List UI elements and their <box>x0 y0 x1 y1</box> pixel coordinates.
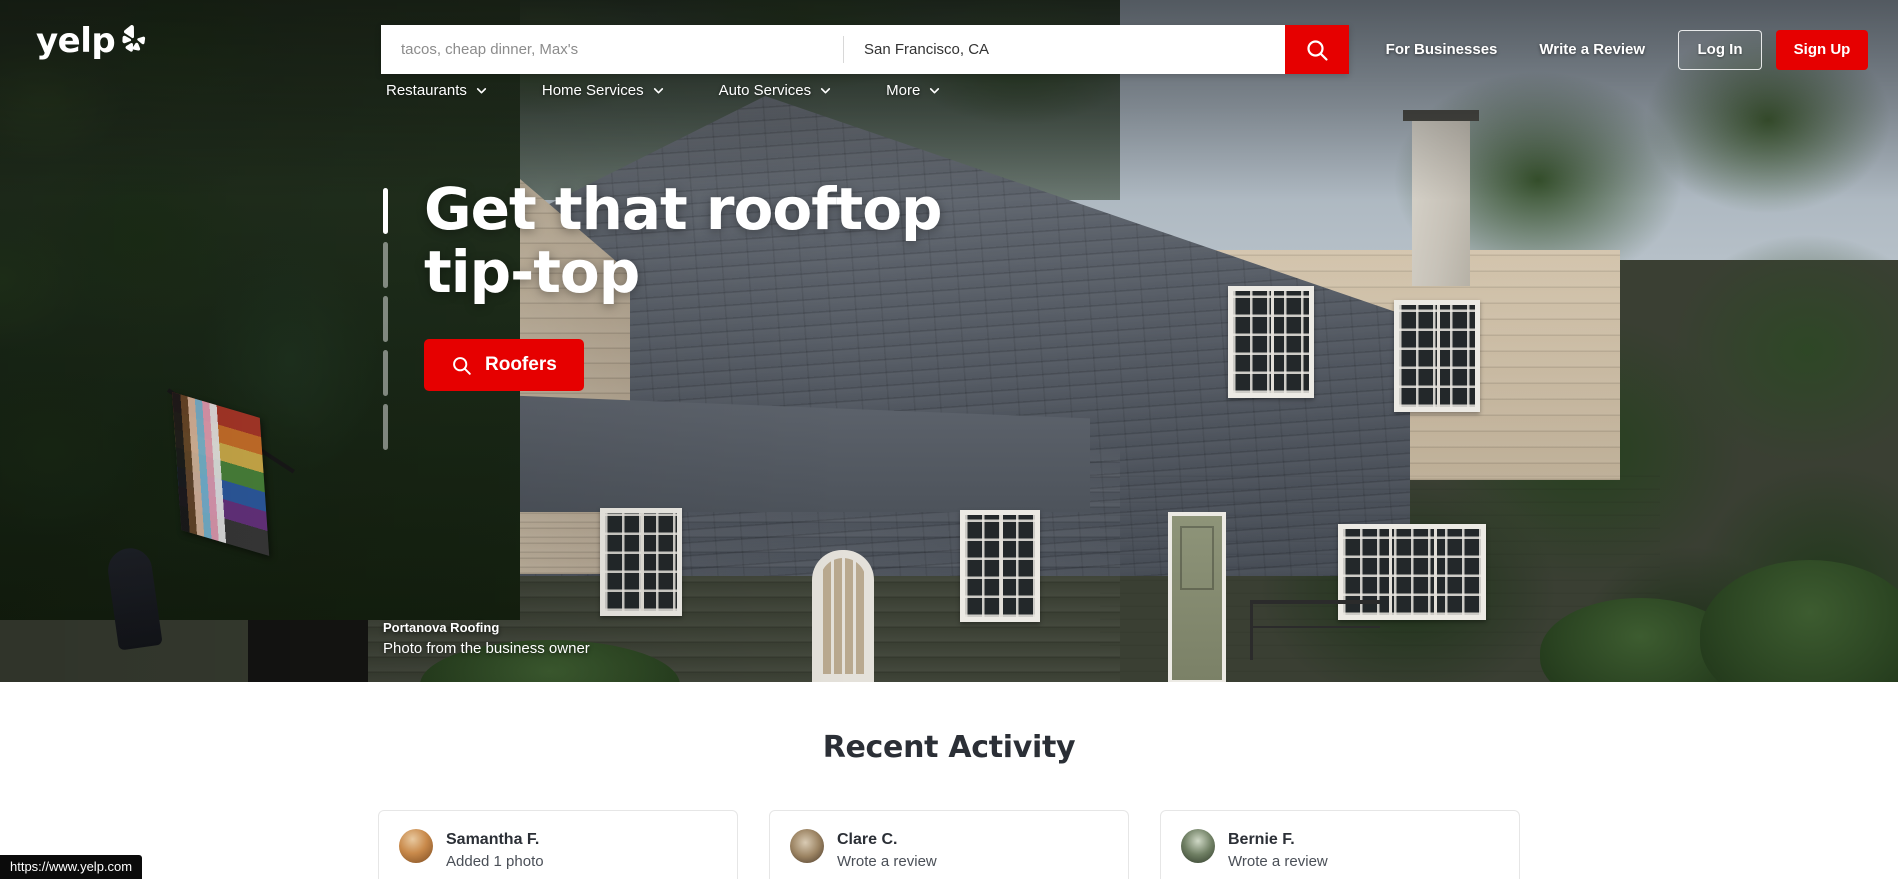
carousel-progress-bar-4[interactable] <box>383 350 388 396</box>
front-door <box>1168 512 1226 682</box>
nav-item-label: More <box>886 82 921 99</box>
nav-item-home-services[interactable]: Home Services <box>542 82 691 99</box>
nav-item-restaurants[interactable]: Restaurants <box>386 82 514 99</box>
chimney-cap <box>1403 110 1479 121</box>
activity-action-text: Added 1 photo <box>446 852 544 870</box>
hero-carousel-progress[interactable] <box>383 178 388 450</box>
nav-item-more[interactable]: More <box>886 82 967 99</box>
activity-action-text: Wrote a review <box>837 852 937 870</box>
attribution-business-name: Portanova Roofing <box>383 620 500 636</box>
chevron-down-icon <box>475 84 488 97</box>
search-icon <box>451 355 472 376</box>
activity-user-name[interactable]: Samantha F. <box>446 829 544 851</box>
recent-activity-title: Recent Activity <box>822 730 1076 765</box>
nav-item-label: Auto Services <box>718 82 812 99</box>
hero-text: Get that rooftop tip-top Roofers <box>424 175 943 392</box>
search-submit-button[interactable] <box>1285 25 1349 74</box>
activity-card[interactable]: Samantha F. Added 1 photo <box>378 810 738 879</box>
photo-attribution[interactable]: Portanova Roofing Photo from the busines… <box>383 619 590 660</box>
carousel-progress-bar-2[interactable] <box>383 242 388 288</box>
activity-card-list: Samantha F. Added 1 photo Clare C. Wrote… <box>0 810 1898 879</box>
chevron-down-icon <box>928 84 941 97</box>
recent-activity-section: Recent Activity Samantha F. Added 1 phot… <box>0 682 1898 879</box>
location-field[interactable] <box>844 25 1285 74</box>
for-businesses-link[interactable]: For Businesses <box>1365 25 1519 74</box>
porch-railing <box>1250 600 1380 660</box>
front-window-left <box>600 508 682 616</box>
search-input[interactable] <box>401 41 823 58</box>
hero-content: Get that rooftop tip-top Roofers <box>383 175 943 450</box>
carousel-progress-bar-5[interactable] <box>383 404 388 450</box>
front-window-center <box>960 510 1040 622</box>
pride-flag-chevron <box>172 392 234 546</box>
nav-item-label: Home Services <box>541 82 644 99</box>
hero-headline-line2: tip-top <box>424 237 640 306</box>
yelp-burst-icon <box>120 24 146 54</box>
user-avatar[interactable] <box>1181 829 1215 863</box>
location-input[interactable] <box>864 41 1265 58</box>
activity-card-text: Samantha F. Added 1 photo <box>446 829 544 872</box>
roofers-cta-label: Roofers <box>485 354 557 376</box>
attribution-note: Photo from the business owner <box>383 640 590 658</box>
search-bar <box>381 25 1349 74</box>
category-nav: Restaurants Home Services Auto Services … <box>386 82 995 99</box>
log-in-button[interactable]: Log In <box>1678 29 1762 70</box>
activity-card-text: Clare C. Wrote a review <box>837 829 937 872</box>
header-actions: For Businesses Write a Review Log In Sig… <box>1365 25 1868 74</box>
sign-up-button[interactable]: Sign Up <box>1776 29 1868 70</box>
user-avatar[interactable] <box>399 829 433 863</box>
write-a-review-link[interactable]: Write a Review <box>1518 25 1666 74</box>
carousel-progress-bar-1[interactable] <box>383 188 388 234</box>
carousel-progress-bar-3[interactable] <box>383 296 388 342</box>
trellis-panel <box>812 550 874 682</box>
search-term-field[interactable] <box>381 25 843 74</box>
yelp-logo-text: yelp <box>36 21 116 61</box>
hero-headline-line1: Get that rooftop <box>424 175 943 243</box>
search-icon <box>1305 38 1329 62</box>
activity-user-name[interactable]: Clare C. <box>837 829 937 851</box>
chevron-down-icon <box>652 84 665 97</box>
browser-status-bar-url: https://www.yelp.com <box>0 855 143 879</box>
hero-headline: Get that rooftop tip-top <box>424 175 943 306</box>
activity-action-text: Wrote a review <box>1228 852 1328 870</box>
site-header: yelp tacos, cheap dinner, Max's San Fran… <box>0 0 1898 110</box>
upper-window-right <box>1394 300 1480 412</box>
roofers-cta-button[interactable]: Roofers <box>424 339 584 392</box>
chimney <box>1412 116 1470 286</box>
activity-card-text: Bernie F. Wrote a review <box>1228 829 1328 872</box>
chevron-down-icon <box>819 84 832 97</box>
activity-card[interactable]: Bernie F. Wrote a review <box>1160 810 1520 879</box>
user-avatar[interactable] <box>790 829 824 863</box>
activity-user-name[interactable]: Bernie F. <box>1228 829 1328 851</box>
yelp-homepage: Get that rooftop tip-top Roofers Portanov… <box>0 0 1898 879</box>
upper-window-left <box>1228 286 1314 398</box>
yelp-logo[interactable]: yelp <box>36 24 146 58</box>
nav-item-auto-services[interactable]: Auto Services <box>719 82 859 99</box>
activity-card[interactable]: Clare C. Wrote a review <box>769 810 1129 879</box>
nav-item-label: Restaurants <box>386 82 467 99</box>
